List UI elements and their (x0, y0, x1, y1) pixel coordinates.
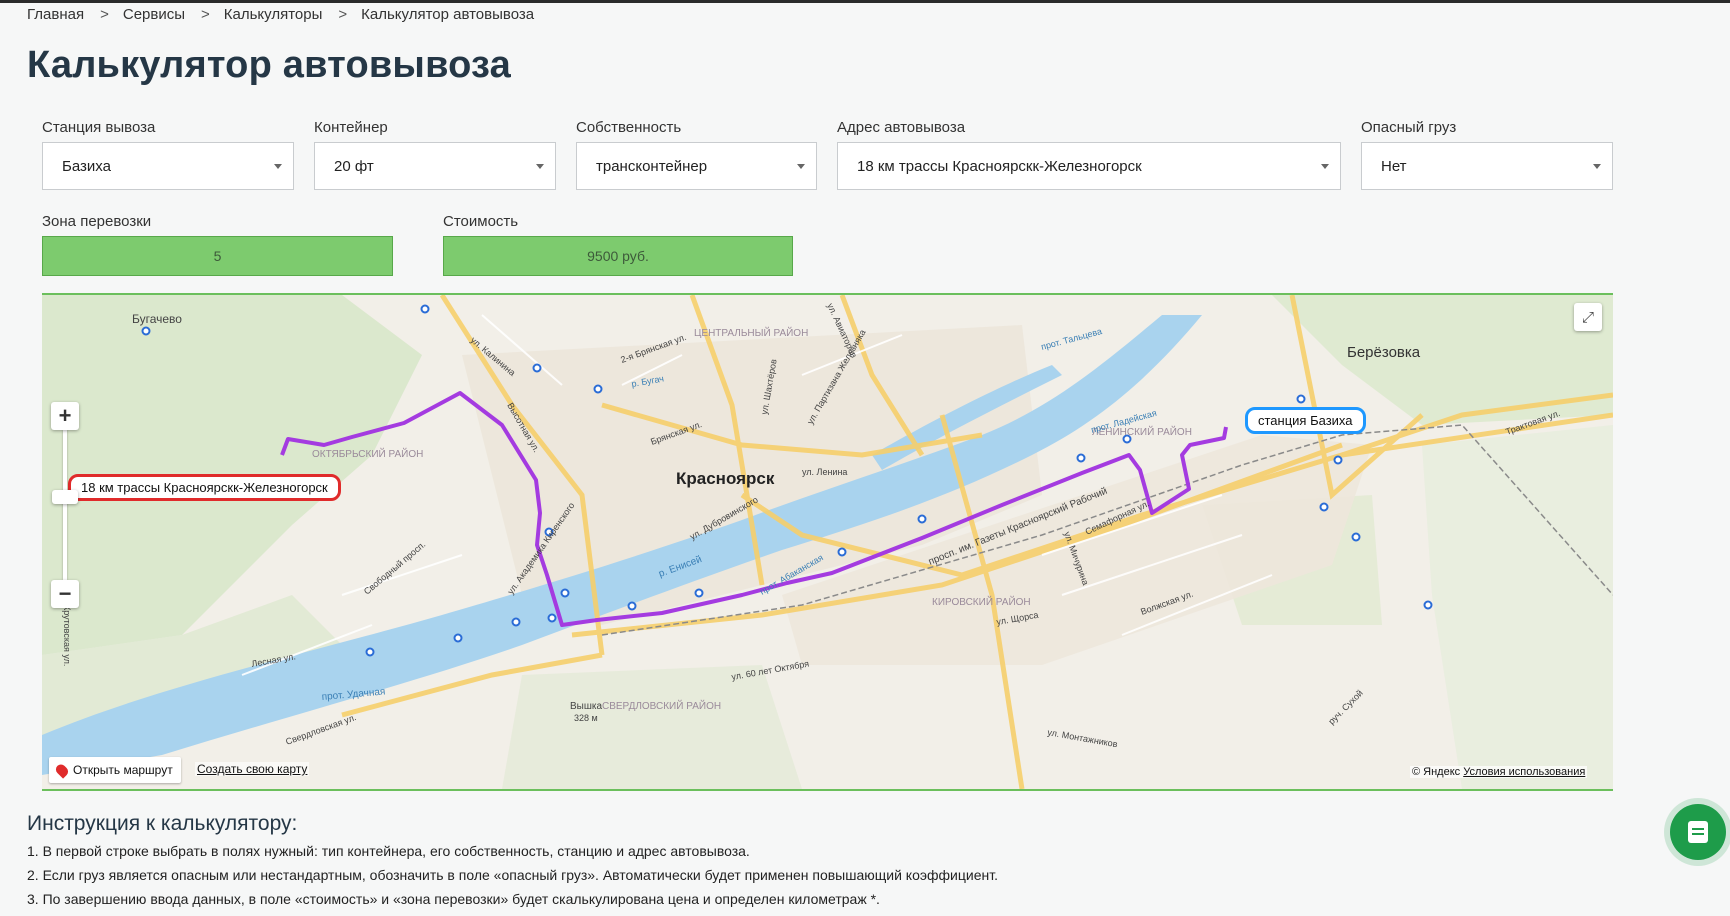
zoom-in-icon[interactable]: + (51, 402, 79, 430)
cost-output: 9500 руб. (443, 236, 793, 276)
route-map[interactable]: Бугачево Берёзовка ЦЕНТРАЛЬНЫЙ РАЙОН ОКТ… (42, 293, 1613, 791)
peak-label: Вышка (570, 701, 602, 712)
chevron-down-icon (274, 164, 282, 169)
route-start-label[interactable]: 18 км трассы Красноярскк-Железногорск (68, 474, 341, 501)
ownership-label: Собственность (576, 119, 682, 136)
cost-label: Стоимость (443, 213, 519, 230)
station-label: Станция вывоза (42, 119, 156, 136)
breadcrumb-current: Калькулятор автовывоза (361, 6, 535, 23)
street-label: Крутовская ул. (62, 605, 72, 666)
street-label: ул. 60 лет Октября (731, 658, 810, 682)
zone-output: 5 (42, 236, 393, 276)
container-value: 20 фт (334, 157, 374, 175)
create-map-link[interactable]: Создать свою карту (195, 762, 310, 776)
route-end-label[interactable]: станция Базиха (1245, 407, 1366, 434)
map-canvas: Бугачево Берёзовка ЦЕНТРАЛЬНЫЙ РАЙОН ОКТ… (42, 295, 1613, 789)
street-label: ул. Монтажников (1047, 727, 1119, 749)
place-label-bugachevo: Бугачево (132, 312, 182, 326)
address-label: Адрес автовывоза (837, 119, 966, 136)
street-label: руч. Сухой (1326, 688, 1365, 727)
dangerous-field: Опасный груз Нет (1361, 119, 1613, 190)
open-route-button[interactable]: Открыть маршрут (49, 757, 181, 783)
peak-height-label: 328 м (574, 713, 598, 723)
cost-field: Стоимость 9500 руб. (443, 213, 793, 276)
terms-link[interactable]: Условия использования (1463, 766, 1585, 778)
address-value: 18 км трассы Красноярскк-Железногорск (857, 157, 1142, 175)
map-copyright: © Яндекс Условия использования (1410, 766, 1588, 778)
city-label: Красноярск (676, 469, 775, 488)
instruction-item: 1. В первой строке выбрать в полях нужны… (27, 843, 750, 859)
breadcrumb-services[interactable]: Сервисы (123, 6, 185, 23)
dangerous-value: Нет (1381, 157, 1407, 175)
container-label: Контейнер (314, 119, 388, 136)
instructions-list: 1. В первой строке выбрать в полях нужны… (27, 839, 998, 911)
street-label: Свердловская ул. (284, 712, 357, 747)
chevron-down-icon (536, 164, 544, 169)
address-select[interactable]: 18 км трассы Красноярскк-Железногорск (837, 142, 1341, 190)
fullscreen-icon[interactable]: ⤢ (1574, 303, 1602, 331)
station-select[interactable]: Базиха (42, 142, 294, 190)
breadcrumb: Главная > Сервисы > Калькуляторы > Кальк… (27, 6, 534, 23)
river-label: прот. Тальцева (1040, 326, 1103, 352)
chat-icon (1688, 821, 1708, 843)
street-label: Свободный просп. (362, 539, 428, 596)
map-pin-icon (53, 761, 71, 779)
breadcrumb-calculators[interactable]: Калькуляторы (224, 6, 323, 23)
zoom-slider-track[interactable] (63, 430, 67, 580)
district-label-central: ЦЕНТРАЛЬНЫЙ РАЙОН (694, 326, 808, 339)
zone-field: Зона перевозки 5 (42, 213, 393, 276)
breadcrumb-home[interactable]: Главная (27, 6, 84, 23)
forest-area (1422, 425, 1613, 789)
street-label: ул. Ленина (802, 467, 847, 477)
instructions-title: Инструкция к калькулятору: (27, 812, 298, 835)
station-value: Базиха (62, 157, 111, 175)
instruction-item: 3. По завершению ввода данных, в поле «с… (27, 891, 880, 907)
address-field: Адрес автовывоза 18 км трассы Красноярск… (837, 119, 1341, 190)
ownership-value: трансконтейнер (596, 157, 708, 175)
container-select[interactable]: 20 фт (314, 142, 556, 190)
breadcrumb-separator: > (100, 6, 109, 23)
chat-button[interactable] (1670, 804, 1726, 860)
chevron-down-icon (1593, 164, 1601, 169)
copyright-text: © Яндекс (1412, 766, 1461, 778)
breadcrumb-separator: > (201, 6, 210, 23)
dangerous-label: Опасный груз (1361, 119, 1457, 136)
district-label-kirovsky: КИРОВСКИЙ РАЙОН (932, 595, 1031, 608)
open-route-label: Открыть маршрут (73, 763, 173, 777)
forest-area (1272, 295, 1613, 425)
ownership-field: Собственность трансконтейнер (576, 119, 817, 190)
zoom-slider-handle[interactable] (52, 490, 78, 504)
chevron-down-icon (797, 164, 805, 169)
zoom-out-icon[interactable]: − (51, 580, 79, 608)
container-field: Контейнер 20 фт (314, 119, 556, 190)
page-title: Калькулятор автовывоза (27, 44, 511, 86)
zone-label: Зона перевозки (42, 213, 152, 230)
breadcrumb-separator: > (338, 6, 348, 23)
dangerous-select[interactable]: Нет (1361, 142, 1613, 190)
place-label-berezovka: Берёзовка (1347, 344, 1421, 361)
district-label-oktyabrsky: ОКТЯБРЬСКИЙ РАЙОН (312, 447, 423, 460)
top-border (0, 0, 1730, 3)
ownership-select[interactable]: трансконтейнер (576, 142, 817, 190)
chevron-down-icon (1321, 164, 1329, 169)
station-field: Станция вывоза Базиха (42, 119, 294, 190)
instruction-item: 2. Если груз является опасным или нестан… (27, 867, 998, 883)
district-label-sverdlovsky: СВЕРДЛОВСКИЙ РАЙОН (602, 699, 721, 712)
forest-area (502, 665, 802, 789)
